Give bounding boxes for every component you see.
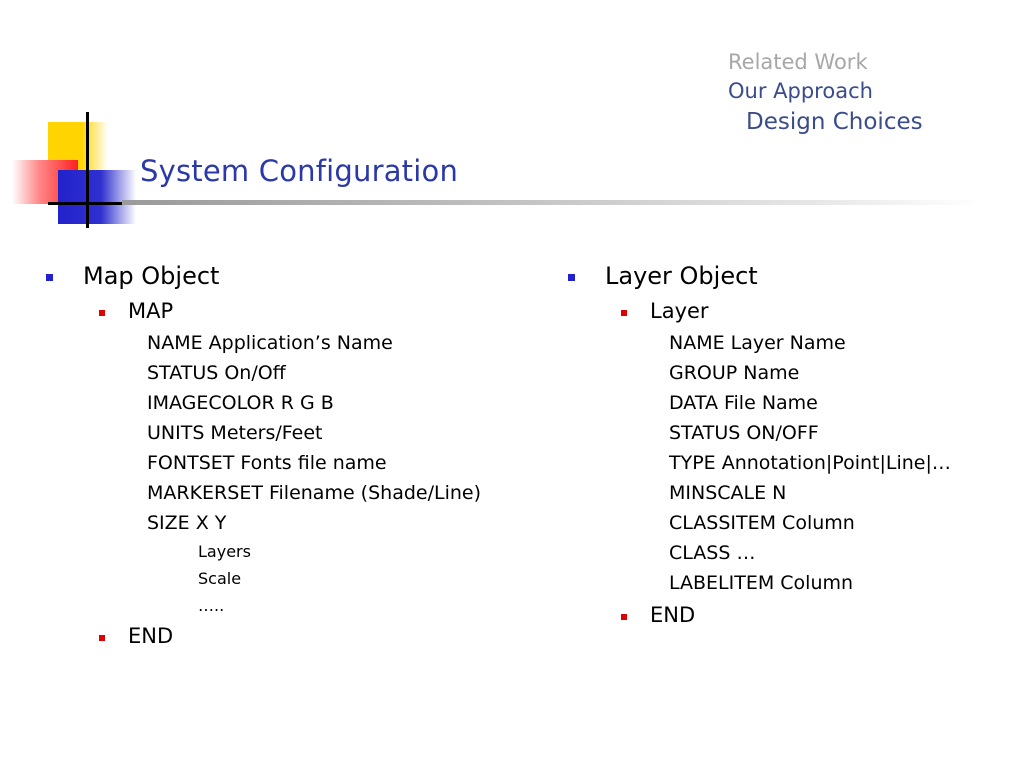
bullet-text: Layer Object (605, 262, 758, 290)
map-field: SIZE X Y (147, 512, 227, 534)
logo-vertical-line (86, 112, 89, 228)
map-subitem: Layers (198, 542, 251, 561)
layer-field: LABELITEM Column (669, 572, 854, 594)
nav-our-approach[interactable]: Our Approach (728, 76, 923, 106)
blue-bullet-icon (46, 274, 53, 281)
section-navigation: Related Work Our Approach Design Choices (728, 48, 923, 138)
map-subitem: Scale (198, 569, 242, 588)
red-bullet-icon (621, 614, 627, 620)
bullet-text: END (650, 603, 696, 627)
layer-field: CLASSITEM Column (669, 512, 855, 534)
bullet-layer-end: END (562, 598, 951, 632)
nav-design-choices[interactable]: Design Choices (746, 106, 923, 138)
bullet-text: END (128, 624, 174, 648)
red-bullet-icon (99, 310, 105, 316)
layer-field: NAME Layer Name (669, 332, 846, 354)
layer-field: TYPE Annotation|Point|Line|… (669, 452, 951, 474)
bullet-layer: Layer (562, 294, 951, 328)
slide-logo-decoration (0, 0, 140, 240)
blue-bullet-icon (568, 274, 575, 281)
logo-blue-square (58, 170, 136, 224)
map-field: NAME Application’s Name (147, 332, 393, 354)
layer-field: GROUP Name (669, 362, 800, 384)
layer-field: DATA File Name (669, 392, 818, 414)
map-object-column: Map Object MAP NAME Application’s Name S… (40, 258, 481, 653)
red-bullet-icon (99, 635, 105, 641)
bullet-layer-object: Layer Object (562, 258, 951, 294)
bullet-text: Map Object (83, 262, 220, 290)
layer-field: CLASS … (669, 542, 756, 564)
bullet-map-object: Map Object (40, 258, 481, 294)
bullet-text: MAP (128, 299, 174, 323)
layer-object-column: Layer Object Layer NAME Layer Name GROUP… (562, 258, 951, 632)
map-field: UNITS Meters/Feet (147, 422, 323, 444)
map-field: STATUS On/Off (147, 362, 286, 384)
red-bullet-icon (621, 310, 627, 316)
map-field: MARKERSET Filename (Shade/Line) (147, 482, 482, 504)
map-field: FONTSET Fonts file name (147, 452, 387, 474)
map-subitem: ….. (198, 596, 225, 615)
bullet-map: MAP (40, 294, 481, 328)
bullet-map-end: END (40, 619, 481, 653)
map-field: IMAGECOLOR R G B (147, 392, 334, 414)
title-underline (122, 200, 982, 205)
layer-field: STATUS ON/OFF (669, 422, 819, 444)
slide-title: System Configuration (140, 154, 459, 188)
layer-field: MINSCALE N (669, 482, 787, 504)
bullet-text: Layer (650, 299, 709, 323)
nav-related-work[interactable]: Related Work (728, 48, 923, 76)
